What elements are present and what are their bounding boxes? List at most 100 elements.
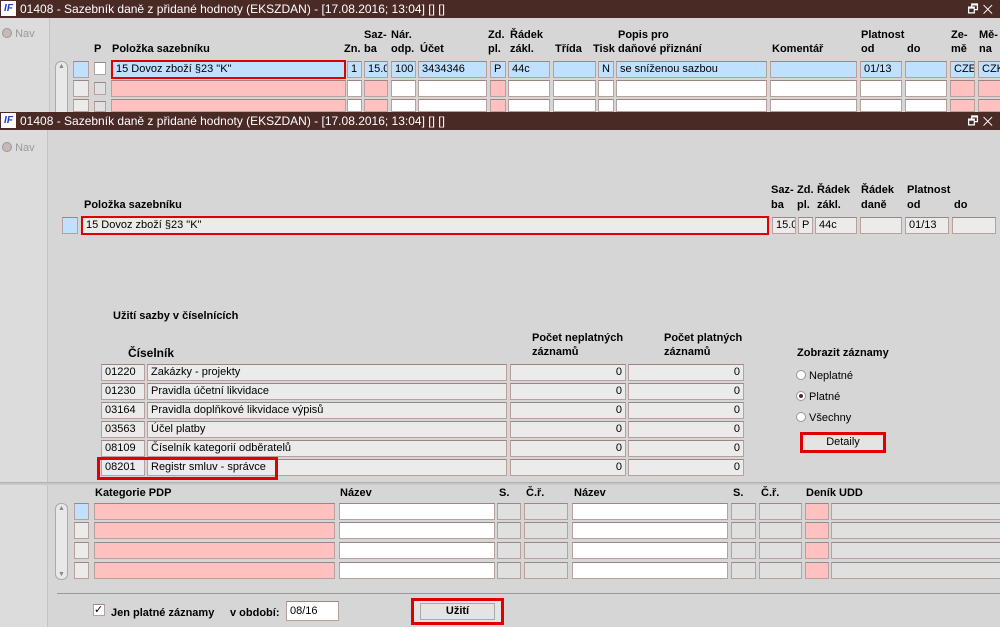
denik-field[interactable] — [805, 542, 829, 559]
radek-field[interactable]: 44c — [508, 61, 550, 78]
empty-field[interactable] — [905, 99, 947, 112]
empty-field[interactable] — [111, 80, 346, 97]
denik-field[interactable] — [805, 503, 829, 520]
row-selector[interactable] — [74, 562, 89, 579]
empty-field[interactable] — [770, 99, 857, 112]
do-field[interactable] — [905, 61, 947, 78]
cr2-field[interactable] — [759, 562, 802, 579]
cr-field[interactable] — [524, 542, 568, 559]
radio-button[interactable] — [796, 412, 806, 422]
radio-neplatné[interactable]: Neplatné — [796, 369, 853, 382]
denik-name-field[interactable] — [831, 562, 1000, 579]
sazba-field[interactable]: 15.0 — [364, 61, 388, 78]
details-button[interactable]: Detaily — [800, 432, 886, 453]
nazev-field[interactable] — [339, 503, 495, 520]
empty-field[interactable] — [490, 80, 506, 97]
denik-field[interactable] — [805, 562, 829, 579]
zd-field[interactable]: P — [490, 61, 506, 78]
radio-všechny[interactable]: Všechny — [796, 411, 851, 424]
nazev2-field[interactable] — [572, 562, 728, 579]
row-selector[interactable] — [74, 542, 89, 559]
zd-field[interactable]: P — [798, 217, 813, 234]
empty-field[interactable] — [347, 99, 362, 112]
empty-field[interactable] — [616, 80, 767, 97]
komentar-field[interactable] — [770, 61, 857, 78]
p-checkbox[interactable] — [94, 82, 106, 95]
period-input[interactable]: 08/16 — [286, 601, 339, 621]
s2-field[interactable] — [731, 562, 756, 579]
window2-controls[interactable]: 🗗✕ — [967, 112, 997, 130]
empty-field[interactable] — [553, 80, 596, 97]
popis-field[interactable]: se sníženou sazbou — [616, 61, 767, 78]
radio-platné[interactable]: Platné — [796, 390, 840, 403]
kategorie-field[interactable] — [94, 503, 335, 520]
cr2-field[interactable] — [759, 542, 802, 559]
empty-field[interactable] — [860, 99, 902, 112]
radek-field[interactable]: 44c — [815, 217, 857, 234]
empty-field[interactable] — [770, 80, 857, 97]
s-field[interactable] — [497, 542, 521, 559]
kategorie-field[interactable] — [94, 522, 335, 539]
radio-button[interactable] — [796, 370, 806, 380]
nazev2-field[interactable] — [572, 522, 728, 539]
rdane-field[interactable] — [860, 217, 902, 234]
denik-field[interactable] — [805, 522, 829, 539]
window1-controls[interactable]: 🗗✕ — [967, 0, 997, 18]
p-checkbox[interactable] — [94, 101, 106, 112]
empty-field[interactable] — [490, 99, 506, 112]
nar-field[interactable]: 100 — [391, 61, 416, 78]
denik-name-field[interactable] — [831, 522, 1000, 539]
scroll-down-icon[interactable]: ▼ — [58, 571, 65, 578]
scroll-up-icon[interactable]: ▲ — [58, 63, 65, 70]
trida-field[interactable] — [553, 61, 596, 78]
empty-field[interactable] — [508, 99, 550, 112]
ucet-field[interactable]: 3434346 — [418, 61, 487, 78]
p-checkbox[interactable] — [94, 62, 106, 75]
kategorie-field[interactable] — [94, 562, 335, 579]
s-field[interactable] — [497, 522, 521, 539]
mena-field[interactable]: CZK — [978, 61, 1000, 78]
bottom-scrollbar[interactable]: ▲ ▼ — [55, 503, 68, 580]
od-field[interactable]: 01/13 — [860, 61, 902, 78]
nav-radio-2[interactable]: Nav — [2, 141, 35, 154]
tisk-field[interactable]: N — [598, 61, 614, 78]
empty-field[interactable] — [905, 80, 947, 97]
s-field[interactable] — [497, 562, 521, 579]
denik-name-field[interactable] — [831, 503, 1000, 520]
empty-field[interactable] — [391, 99, 416, 112]
nazev-field[interactable] — [339, 562, 495, 579]
empty-field[interactable] — [598, 80, 614, 97]
cr-field[interactable] — [524, 562, 568, 579]
sazba-field[interactable]: 15.0 — [772, 217, 796, 234]
zn-field[interactable]: 1 — [347, 61, 362, 78]
empty-field[interactable] — [364, 99, 388, 112]
scroll-up-icon[interactable]: ▲ — [58, 505, 65, 512]
empty-field[interactable] — [978, 80, 1000, 97]
s2-field[interactable] — [731, 522, 756, 539]
nav-radio-1[interactable]: Nav — [2, 27, 35, 40]
denik-name-field[interactable] — [831, 542, 1000, 559]
cr-field[interactable] — [524, 503, 568, 520]
only-valid-checkbox[interactable]: ✓ — [93, 604, 105, 616]
od-field[interactable]: 01/13 — [905, 217, 949, 234]
use-button[interactable]: Užití — [411, 598, 504, 625]
cr-field[interactable] — [524, 522, 568, 539]
empty-field[interactable] — [950, 80, 975, 97]
splitter[interactable] — [0, 482, 1000, 485]
empty-field[interactable] — [978, 99, 1000, 112]
cr2-field[interactable] — [759, 503, 802, 520]
s2-field[interactable] — [731, 542, 756, 559]
empty-field[interactable] — [598, 99, 614, 112]
empty-field[interactable] — [73, 80, 89, 97]
row-selector[interactable] — [73, 61, 89, 78]
polozka-field[interactable]: 15 Dovoz zboží §23 "K" — [111, 60, 346, 79]
empty-field[interactable] — [950, 99, 975, 112]
zeme-field[interactable]: CZE — [950, 61, 975, 78]
s-field[interactable] — [497, 503, 521, 520]
empty-field[interactable] — [391, 80, 416, 97]
nazev-field[interactable] — [339, 542, 495, 559]
cr2-field[interactable] — [759, 522, 802, 539]
empty-field[interactable] — [616, 99, 767, 112]
s2-field[interactable] — [731, 503, 756, 520]
row-selector[interactable] — [74, 503, 89, 520]
